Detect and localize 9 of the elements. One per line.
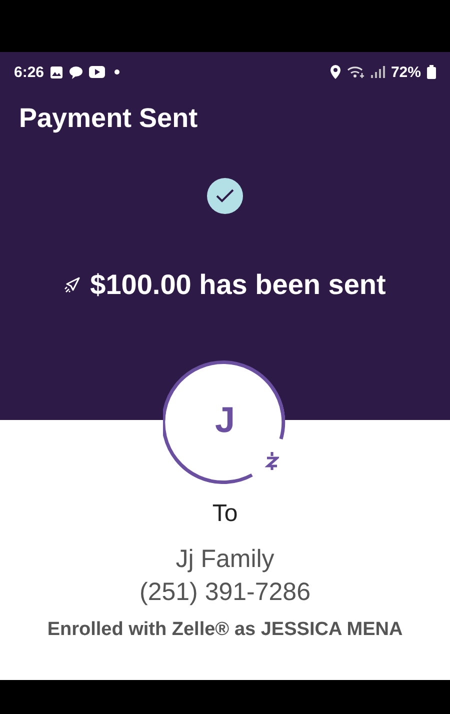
recipient-phone: (251) 391-7286	[140, 578, 310, 607]
avatar-initial: J	[214, 398, 236, 442]
screen-title: Payment Sent	[19, 102, 199, 135]
to-label: To	[212, 500, 238, 528]
battery-percent: 72%	[390, 64, 421, 80]
status-time: 6:26	[14, 64, 44, 80]
enrollment-text: Enrolled with Zelle® as JESSICA MENA	[47, 619, 403, 641]
recipient-name: Jj Family	[176, 545, 274, 574]
amount-sent-text: $100.00 has been sent	[90, 269, 386, 301]
